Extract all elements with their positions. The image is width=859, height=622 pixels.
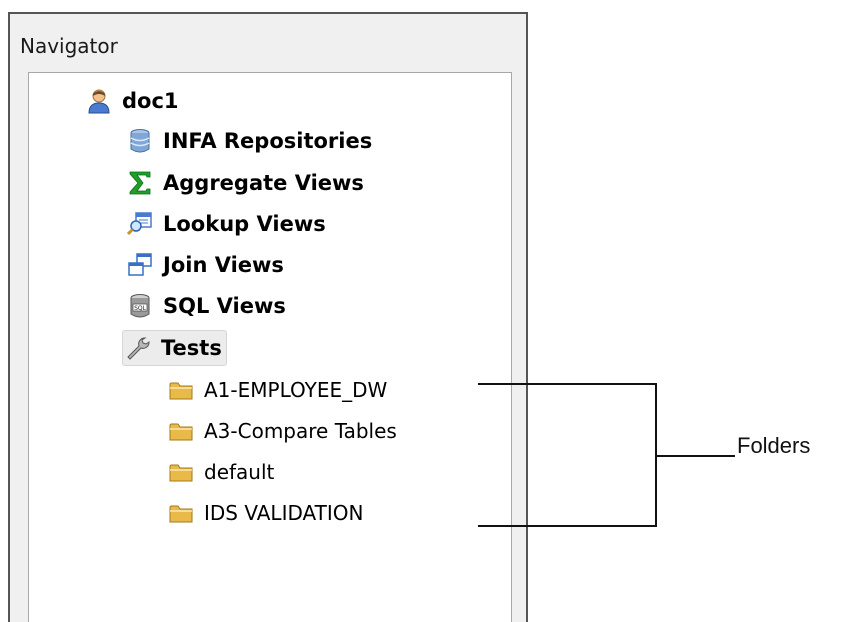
- tree-node-label: INFA Repositories: [163, 129, 373, 153]
- tree-node-tests[interactable]: Tests: [122, 330, 227, 366]
- callout-line-bottom: [478, 525, 657, 527]
- tree-folder-ids-validation[interactable]: IDS VALIDATION: [168, 496, 363, 530]
- tree-folder-label: IDS VALIDATION: [204, 501, 364, 525]
- navigator-title: Navigator: [20, 34, 118, 58]
- database-icon: [130, 129, 150, 153]
- sql-icon: SQL: [130, 294, 150, 318]
- tree-folder-label: A3-Compare Tables: [204, 419, 397, 443]
- tree-node-label: SQL Views: [163, 294, 286, 318]
- tree-node-label: Aggregate Views: [163, 171, 364, 195]
- tree-node-label: doc1: [122, 89, 179, 113]
- join-icon: [128, 253, 152, 276]
- lookup-icon: [127, 212, 152, 236]
- tree-node-join-views[interactable]: Join Views: [127, 248, 284, 282]
- sigma-icon: [129, 171, 151, 195]
- tree-node-sql-views[interactable]: SQL SQL Views: [127, 289, 286, 323]
- folder-icon: [169, 505, 193, 523]
- folder-icon: [169, 382, 193, 400]
- tree-folder-label: A1-EMPLOYEE_DW: [204, 378, 388, 402]
- user-icon: [88, 89, 110, 114]
- callout-label: Folders: [737, 433, 811, 458]
- svg-text:SQL: SQL: [134, 305, 147, 312]
- tree-folder-default[interactable]: default: [168, 455, 274, 489]
- folder-icon: [169, 423, 193, 441]
- tree-folder-a3-compare-tables[interactable]: A3-Compare Tables: [168, 414, 397, 448]
- callout-line-top: [478, 383, 657, 385]
- wrench-icon: [127, 337, 150, 360]
- tree-node-infa-repositories[interactable]: INFA Repositories: [127, 124, 372, 158]
- tree-node-label: Join Views: [163, 253, 284, 277]
- tree-node-label: Tests: [161, 336, 222, 360]
- tree-node-aggregate-views[interactable]: Aggregate Views: [127, 166, 364, 200]
- tree-folder-a1-employee-dw[interactable]: A1-EMPLOYEE_DW: [168, 373, 387, 407]
- tree-node-lookup-views[interactable]: Lookup Views: [127, 207, 326, 241]
- folder-icon: [169, 464, 193, 482]
- tree-node-label: Lookup Views: [163, 212, 326, 236]
- tree-node-doc1[interactable]: doc1: [86, 84, 179, 118]
- tree-folder-label: default: [204, 460, 275, 484]
- callout-pointer: [655, 455, 735, 457]
